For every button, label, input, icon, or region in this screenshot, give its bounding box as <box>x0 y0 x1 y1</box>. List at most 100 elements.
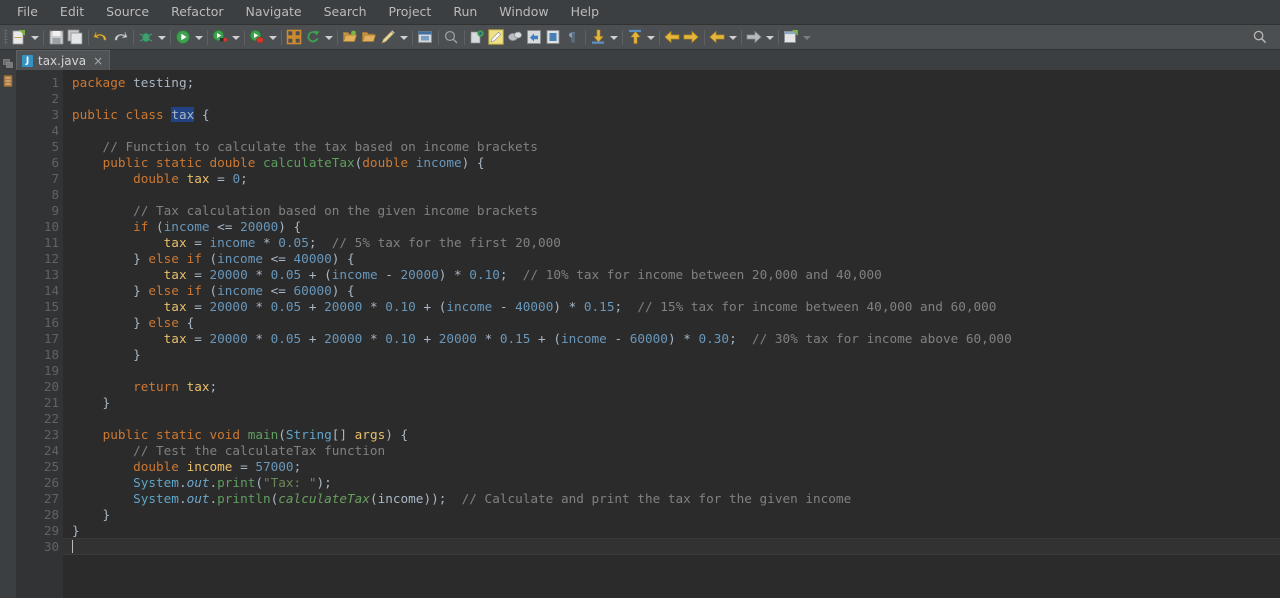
chevron-down-icon[interactable] <box>324 29 333 45</box>
menu-item-file[interactable]: File <box>6 1 49 23</box>
menu-item-refactor[interactable]: Refactor <box>160 1 234 23</box>
code-line[interactable]: double tax = 0; <box>72 171 1280 187</box>
menu-item-source[interactable]: Source <box>95 1 160 23</box>
line-number[interactable]: 3 <box>16 107 63 123</box>
line-number[interactable]: 19 <box>16 363 63 379</box>
chevron-down-icon[interactable] <box>728 29 737 45</box>
code-line[interactable] <box>72 411 1280 427</box>
open-type-icon[interactable] <box>342 29 359 46</box>
toggle-mark-icon[interactable] <box>526 29 543 46</box>
line-number[interactable]: 18 <box>16 347 63 363</box>
code-line[interactable]: // Test the calculateTax function <box>72 443 1280 459</box>
link-icon[interactable] <box>507 29 524 46</box>
line-number[interactable]: 11 <box>16 235 63 251</box>
code-line[interactable]: } <box>72 347 1280 363</box>
line-number[interactable]: 24 <box>16 443 63 459</box>
chevron-down-icon[interactable] <box>609 29 618 45</box>
line-number[interactable]: 26 <box>16 475 63 491</box>
prev-edit-icon[interactable] <box>709 29 726 46</box>
next-edit-icon[interactable] <box>746 29 763 46</box>
line-number[interactable]: 8 <box>16 187 63 203</box>
code-line[interactable]: System.out.println(calculateTax(income))… <box>72 491 1280 507</box>
line-number[interactable]: 6 <box>16 155 69 171</box>
line-number[interactable]: 20 <box>16 379 63 395</box>
annotation-icon[interactable] <box>469 29 486 46</box>
code-line[interactable] <box>72 91 1280 107</box>
line-number[interactable]: 13 <box>16 267 63 283</box>
code-line[interactable]: double income = 57000; <box>72 459 1280 475</box>
line-number[interactable]: 1 <box>16 75 63 91</box>
menu-item-project[interactable]: Project <box>378 1 443 23</box>
next-annotation-icon[interactable] <box>590 29 607 46</box>
code-line[interactable] <box>72 187 1280 203</box>
line-number[interactable]: 25 <box>16 459 63 475</box>
line-number[interactable]: 4 <box>16 123 63 139</box>
previous-annotation-icon[interactable] <box>627 29 644 46</box>
menu-item-window[interactable]: Window <box>488 1 559 23</box>
line-number[interactable]: 27 <box>16 491 63 507</box>
chevron-down-icon[interactable] <box>231 29 240 45</box>
menu-item-edit[interactable]: Edit <box>49 1 95 23</box>
new-file-icon[interactable] <box>11 29 28 46</box>
package-explorer-icon[interactable] <box>2 54 14 68</box>
chevron-down-icon[interactable] <box>268 29 277 45</box>
code-editor[interactable]: 1 2 3 4 5 6 7 8 9 10 11 12 13 14 15 16 17 18 19 20 21 22 23 24 2… <box>16 70 1280 598</box>
line-number[interactable]: 10 <box>16 219 63 235</box>
line-number[interactable]: 28 <box>16 507 63 523</box>
code-line[interactable]: public static double calculateTax(double… <box>72 155 1280 171</box>
toolbar-drag-grip[interactable] <box>4 29 8 45</box>
code-line[interactable]: System.out.print("Tax: "); <box>72 475 1280 491</box>
save-icon[interactable] <box>48 29 65 46</box>
chevron-down-icon[interactable] <box>646 29 655 45</box>
run-as-icon[interactable] <box>212 29 229 46</box>
line-number[interactable]: 17 <box>16 331 63 347</box>
line-number[interactable]: 12 <box>16 251 63 267</box>
line-number[interactable]: 15 <box>16 299 63 315</box>
back-arrow-icon[interactable] <box>664 29 681 46</box>
code-text-area[interactable]: package testing; public class tax { // Fu… <box>63 70 1280 598</box>
line-number[interactable]: 2 <box>16 91 63 107</box>
menu-item-search[interactable]: Search <box>313 1 378 23</box>
save-all-icon[interactable] <box>67 29 84 46</box>
paragraph-icon[interactable]: ¶ <box>564 29 581 46</box>
editor-tab[interactable]: Jtax.java × <box>16 50 111 71</box>
menu-item-run[interactable]: Run <box>442 1 488 23</box>
run-icon[interactable] <box>175 29 192 46</box>
line-number[interactable]: 5 <box>16 139 63 155</box>
coverage-icon[interactable] <box>249 29 266 46</box>
edit-icon[interactable] <box>380 29 397 46</box>
line-number[interactable]: 9 <box>16 203 63 219</box>
code-line[interactable]: } <box>72 507 1280 523</box>
code-line[interactable]: return tax; <box>72 379 1280 395</box>
refresh-icon[interactable] <box>305 29 322 46</box>
code-line[interactable]: } <box>72 395 1280 411</box>
line-number-gutter[interactable]: 1 2 3 4 5 6 7 8 9 10 11 12 13 14 15 16 17 18 19 20 21 22 23 24 2… <box>16 70 69 598</box>
code-line[interactable]: public static void main(String[] args) { <box>72 427 1280 443</box>
undo-icon[interactable] <box>93 29 110 46</box>
code-line[interactable]: } else if (income <= 40000) { <box>72 251 1280 267</box>
chevron-down-icon[interactable] <box>194 29 203 45</box>
highlight-icon[interactable] <box>488 28 505 46</box>
code-line[interactable]: } <box>72 523 1280 539</box>
line-number[interactable]: 7 <box>16 171 63 187</box>
code-line[interactable]: tax = 20000 * 0.05 + 20000 * 0.10 + (inc… <box>72 299 1280 315</box>
line-number[interactable]: 16 <box>16 315 63 331</box>
line-number[interactable]: 30 <box>16 539 63 555</box>
code-line[interactable]: // Tax calculation based on the given in… <box>72 203 1280 219</box>
new-java-project-icon[interactable] <box>286 29 303 46</box>
line-number[interactable]: 29 <box>16 523 63 539</box>
line-number[interactable]: 21 <box>16 395 63 411</box>
redo-icon[interactable] <box>112 29 129 46</box>
code-line[interactable]: tax = 20000 * 0.05 + (income - 20000) * … <box>72 267 1280 283</box>
outline-icon[interactable] <box>3 72 14 87</box>
code-line[interactable]: public class tax { <box>72 107 1280 123</box>
menu-item-navigate[interactable]: Navigate <box>235 1 313 23</box>
code-line[interactable]: // Function to calculate the tax based o… <box>72 139 1280 155</box>
chevron-down-icon[interactable] <box>157 29 166 45</box>
search-icon[interactable] <box>1252 29 1268 45</box>
code-line[interactable]: } else { <box>72 315 1280 331</box>
search-file-icon[interactable] <box>443 29 460 46</box>
code-line[interactable]: } else if (income <= 60000) { <box>72 283 1280 299</box>
close-icon[interactable]: × <box>93 54 103 68</box>
code-line[interactable]: if (income <= 20000) { <box>72 219 1280 235</box>
